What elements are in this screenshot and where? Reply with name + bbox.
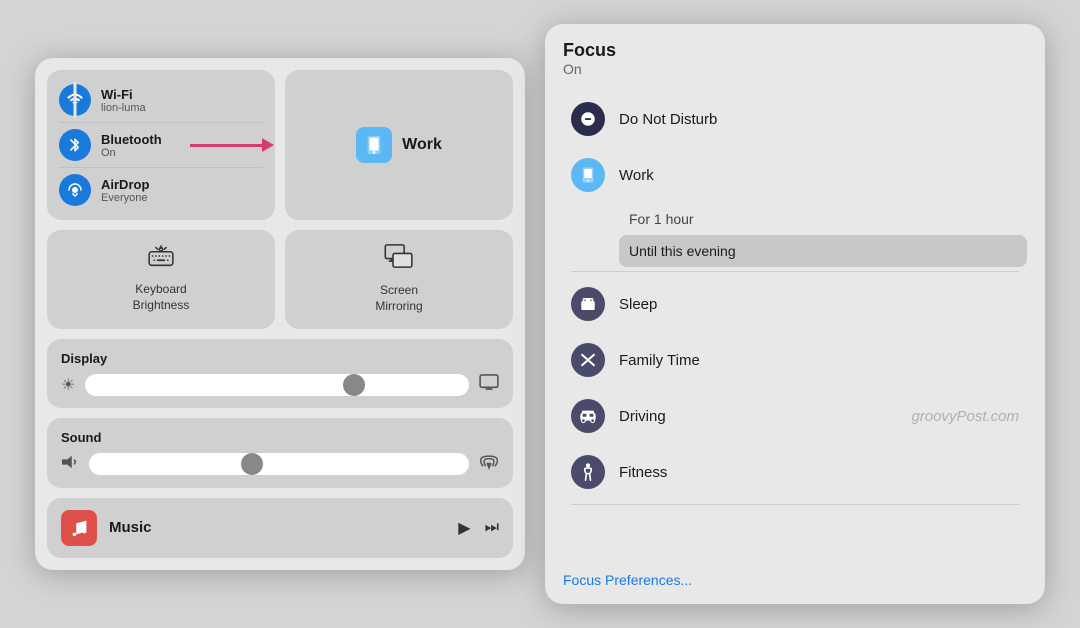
groovy-watermark: groovyPost.com [911, 408, 1019, 425]
focus-work-name: Work [619, 167, 654, 184]
work-tile-wrapper: Work [285, 70, 513, 220]
focus-work-section: Work For 1 hour Until this evening [563, 147, 1027, 267]
focus-until-evening[interactable]: Until this evening [619, 235, 1027, 267]
music-controls: ▶ ⏭ [458, 518, 499, 538]
volume-low-icon [61, 454, 79, 475]
focus-driving-item[interactable]: Driving groovyPost.com [563, 388, 1027, 444]
family-name: Family Time [619, 352, 700, 369]
wifi-item[interactable]: Wi-Fi lion-luma [59, 78, 263, 122]
airdrop-icon [59, 174, 91, 206]
arrow-line [190, 144, 262, 147]
driving-name: Driving [619, 408, 666, 425]
bottom-small-grid: KeyboardBrightness ScreenMirroring [47, 230, 513, 328]
sound-slider-thumb[interactable] [241, 453, 263, 475]
display-slider-row: ☀ [61, 374, 499, 396]
dnd-name: Do Not Disturb [619, 111, 717, 128]
focus-family-item[interactable]: Family Time [563, 332, 1027, 388]
airplay-icon [479, 453, 499, 476]
fitness-icon [571, 455, 605, 489]
wifi-text: Wi-Fi lion-luma [101, 87, 146, 114]
airdrop-item[interactable]: AirDrop Everyone [59, 167, 263, 212]
bluetooth-name: Bluetooth [101, 132, 162, 147]
focus-panel: Focus On Do Not Disturb Work For 1 hou [545, 24, 1045, 604]
control-center-panel: Wi-Fi lion-luma Bluetooth On [35, 58, 525, 569]
focus-fitness-item[interactable]: Fitness [563, 444, 1027, 500]
focus-work-icon [571, 158, 605, 192]
screen-mirroring-icon [384, 244, 414, 275]
keyboard-brightness-tile[interactable]: KeyboardBrightness [47, 230, 275, 328]
skip-forward-button[interactable]: ⏭ [485, 519, 499, 537]
fitness-name: Fitness [619, 464, 667, 481]
driving-row: Driving groovyPost.com [619, 408, 1019, 425]
monitor-icon [479, 374, 499, 395]
work-label: Work [402, 136, 442, 154]
screen-mirroring-label: ScreenMirroring [375, 283, 422, 314]
music-section: Music ▶ ⏭ [47, 498, 513, 558]
keyboard-brightness-icon [147, 245, 175, 274]
focus-work-item[interactable]: Work [563, 147, 1027, 203]
wifi-icon [59, 84, 91, 116]
focus-header: Focus On [563, 40, 1027, 77]
airdrop-sub: Everyone [101, 192, 149, 204]
wifi-name: Wi-Fi [101, 87, 146, 102]
focus-sleep-item[interactable]: Sleep [563, 276, 1027, 332]
sound-slider-row [61, 453, 499, 476]
music-label: Music [109, 519, 446, 536]
play-button[interactable]: ▶ [458, 518, 470, 538]
bluetooth-icon [59, 129, 91, 161]
keyboard-brightness-label: KeyboardBrightness [133, 282, 190, 313]
display-slider-thumb[interactable] [343, 374, 365, 396]
display-section: Display ☀ [47, 339, 513, 408]
focus-preferences-link[interactable]: Focus Preferences... [563, 560, 1027, 588]
focus-divider-1 [571, 271, 1019, 272]
screen-mirroring-tile[interactable]: ScreenMirroring [285, 230, 513, 328]
dnd-icon [571, 102, 605, 136]
display-slider-track[interactable] [85, 374, 469, 396]
focus-divider-2 [571, 504, 1019, 505]
driving-icon [571, 399, 605, 433]
sound-section: Sound [47, 418, 513, 488]
family-icon [571, 343, 605, 377]
wifi-sub: lion-luma [101, 102, 146, 114]
bluetooth-text: Bluetooth On [101, 132, 162, 159]
focus-for-1-hour[interactable]: For 1 hour [619, 203, 1027, 235]
sleep-name: Sleep [619, 296, 657, 313]
bluetooth-sub: On [101, 147, 162, 159]
work-tile[interactable]: Work [285, 70, 513, 220]
arrow-head [262, 138, 274, 152]
airdrop-name: AirDrop [101, 177, 149, 192]
sound-slider-track[interactable] [89, 453, 469, 475]
display-title: Display [61, 351, 499, 366]
airdrop-text: AirDrop Everyone [101, 177, 149, 204]
music-app-icon [61, 510, 97, 546]
work-focus-icon [356, 127, 392, 163]
focus-status: On [563, 61, 1027, 77]
sleep-icon [571, 287, 605, 321]
focus-dnd-item[interactable]: Do Not Disturb [563, 91, 1027, 147]
focus-work-sub-items: For 1 hour Until this evening [563, 203, 1027, 267]
sound-title: Sound [61, 430, 499, 445]
brightness-low-icon: ☀ [61, 375, 75, 395]
arrow-overlay [190, 138, 274, 152]
top-grid: Wi-Fi lion-luma Bluetooth On [47, 70, 513, 220]
focus-title: Focus [563, 40, 1027, 61]
